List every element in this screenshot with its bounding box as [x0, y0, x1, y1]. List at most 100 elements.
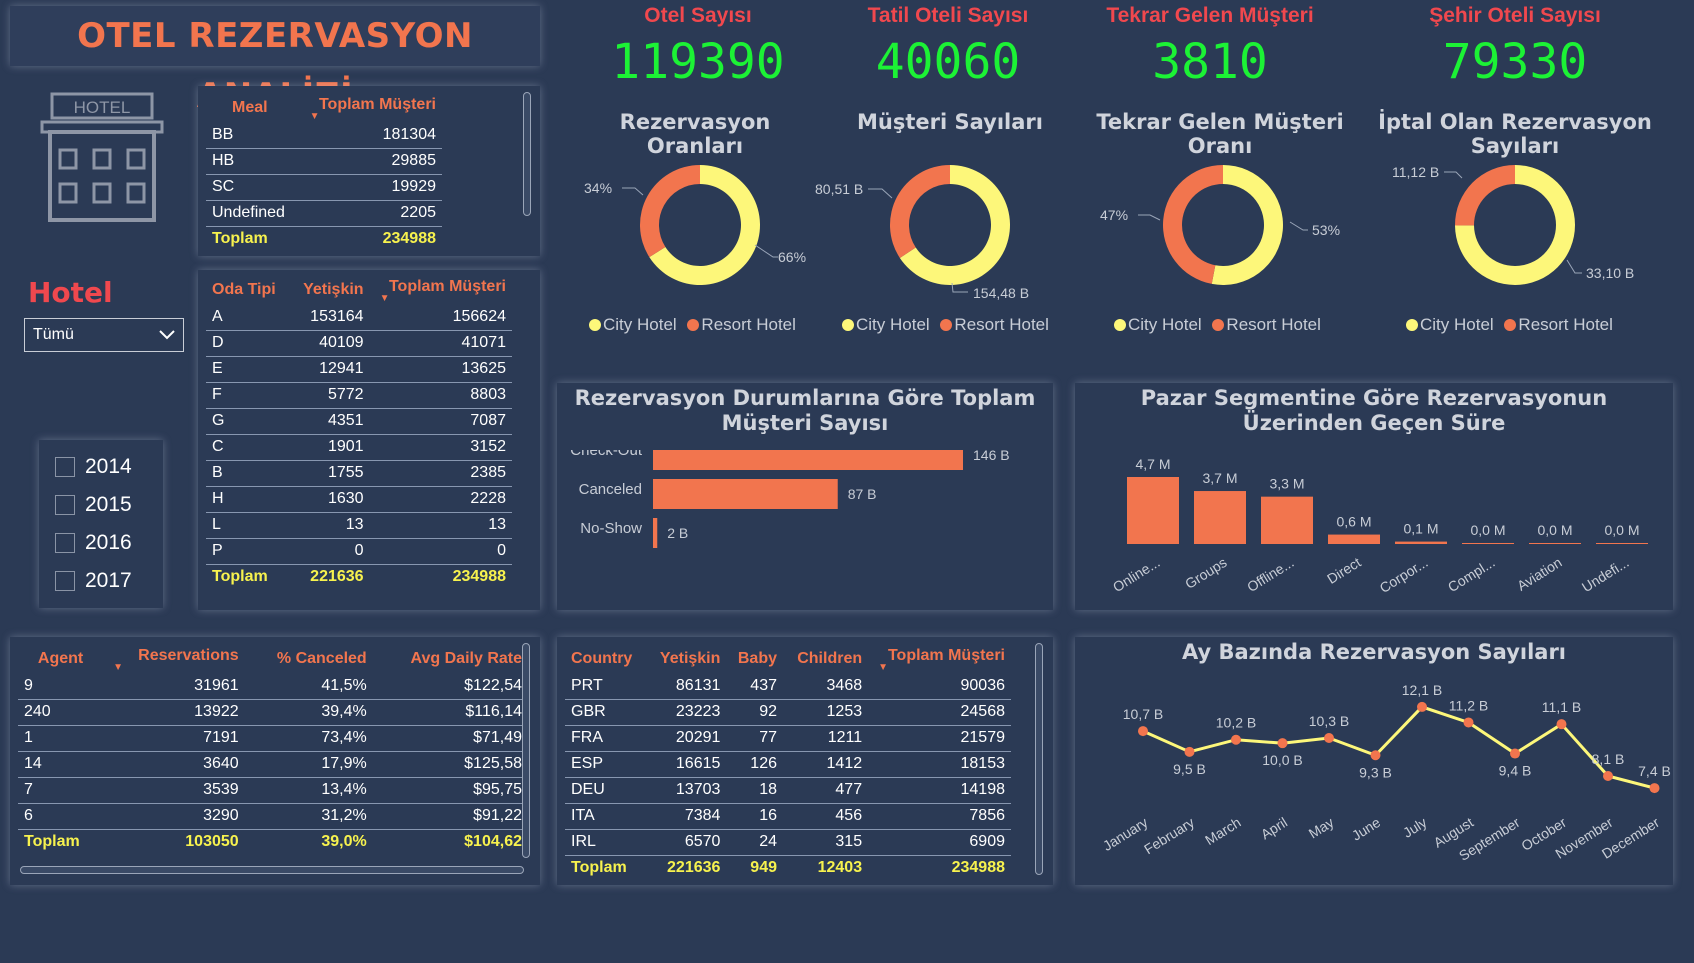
- bar[interactable]: [1194, 491, 1246, 543]
- col-header[interactable]: Baby: [726, 645, 783, 673]
- vertical-scrollbar[interactable]: [522, 643, 530, 858]
- table-row[interactable]: FRA 20291 77 1211 21579: [565, 725, 1011, 752]
- table-row[interactable]: ESP 16615 126 1412 18153: [565, 751, 1011, 778]
- table-cell: 7191: [103, 725, 245, 752]
- total-cell: 12403: [817, 859, 863, 877]
- checkbox[interactable]: [55, 533, 75, 553]
- hotel-dropdown[interactable]: Tümü: [24, 318, 184, 352]
- table-row[interactable]: HB 29885: [206, 148, 442, 175]
- table-row[interactable]: C 1901 3152: [206, 434, 512, 461]
- table-row[interactable]: Undefined 2205: [206, 200, 442, 227]
- bar[interactable]: [653, 450, 963, 470]
- table-cell: 4351: [289, 408, 370, 435]
- total-cell: 221636: [310, 568, 364, 586]
- table-row[interactable]: IRL 6570 24 315 6909: [565, 829, 1011, 856]
- table-row[interactable]: 1 7191 73,4% $71,49: [18, 725, 528, 752]
- col-header[interactable]: Avg Daily Rate: [373, 645, 528, 673]
- year-option-2016[interactable]: 2016: [55, 524, 163, 562]
- line-point[interactable]: [1277, 738, 1288, 749]
- table-row[interactable]: 240 13922 39,4% $116,14: [18, 699, 528, 726]
- col-header[interactable]: Oda Tipi: [206, 276, 290, 304]
- table-row[interactable]: 6 3290 31,2% $91,22: [18, 803, 528, 830]
- col-header[interactable]: Toplam Müşteri ▼: [300, 94, 442, 122]
- table-row[interactable]: F 5772 8803: [206, 382, 512, 409]
- table-row[interactable]: DEU 13703 18 477 14198: [565, 777, 1011, 804]
- line-point[interactable]: [1370, 750, 1381, 761]
- checkbox[interactable]: [55, 457, 75, 477]
- checkbox[interactable]: [55, 571, 75, 591]
- table-cell: 41,5%: [244, 673, 373, 700]
- x-tick-label: July: [1400, 814, 1430, 841]
- bar-category-label: Offline...: [1244, 554, 1296, 595]
- bar[interactable]: [1261, 496, 1313, 543]
- sort-down-icon: ▼: [379, 293, 390, 304]
- table-row[interactable]: BB 181304: [206, 122, 442, 149]
- line-point[interactable]: [1184, 746, 1195, 757]
- table-cell: 40109: [289, 330, 370, 357]
- total-row: Toplam 103050 39,0% $104,62: [18, 829, 528, 855]
- table-cell: 19929: [299, 174, 442, 201]
- year-option-2014[interactable]: 2014: [55, 448, 163, 486]
- vertical-scrollbar[interactable]: [523, 92, 531, 216]
- line-point[interactable]: [1324, 733, 1334, 743]
- col-header[interactable]: Yetişkin: [646, 645, 726, 673]
- vertical-scrollbar[interactable]: [1035, 643, 1043, 875]
- table-row[interactable]: PRT 86131 437 3468 90036: [565, 673, 1011, 700]
- bar[interactable]: [1395, 541, 1447, 543]
- col-header[interactable]: Toplam Müşteri ▼: [868, 645, 1011, 673]
- col-header[interactable]: Children: [783, 645, 868, 673]
- table-row[interactable]: E 12941 13625: [206, 356, 512, 383]
- year-option-2017[interactable]: 2017: [55, 562, 163, 600]
- bar-category-label: Corpor...: [1377, 554, 1431, 596]
- horizontal-scrollbar[interactable]: [20, 866, 524, 874]
- col-header[interactable]: Meal: [206, 94, 300, 122]
- line-point[interactable]: [1463, 717, 1474, 728]
- line-point[interactable]: [1556, 719, 1567, 730]
- table-cell: 24568: [868, 699, 1011, 726]
- table-row[interactable]: L 13 13: [206, 512, 512, 539]
- table-row[interactable]: 9 31961 41,5% $122,54: [18, 673, 528, 700]
- table-cell: 90036: [868, 673, 1011, 700]
- table-row[interactable]: H 1630 2228: [206, 486, 512, 513]
- col-header[interactable]: % Canceled: [245, 645, 373, 673]
- table-row[interactable]: 14 3640 17,9% $125,58: [18, 751, 528, 778]
- table-cell: HB: [206, 148, 300, 175]
- checkbox[interactable]: [55, 495, 75, 515]
- table-row[interactable]: P00: [206, 538, 512, 565]
- line-point[interactable]: [1603, 771, 1613, 781]
- table-row[interactable]: A 153164 156624: [206, 304, 512, 331]
- line-point[interactable]: [1510, 748, 1520, 759]
- table-cell: 437: [726, 673, 783, 700]
- line-point[interactable]: [1417, 701, 1427, 712]
- line-point[interactable]: [1138, 726, 1148, 737]
- table-row[interactable]: ITA 7384 16 456 7856: [565, 803, 1011, 830]
- year-option-2015[interactable]: 2015: [55, 486, 163, 524]
- total-cell: $104,62: [464, 833, 522, 851]
- bar-category-label: Check-Out: [570, 450, 643, 459]
- table-cell: FRA: [565, 725, 647, 752]
- col-header[interactable]: Toplam Müşteri ▼: [370, 276, 512, 304]
- table-row[interactable]: SC 19929: [206, 174, 442, 201]
- table-row[interactable]: 7 3539 13,4% $95,75: [18, 777, 528, 804]
- table-row[interactable]: GBR 23223 92 1253 24568: [565, 699, 1011, 726]
- col-header[interactable]: Agent: [18, 645, 103, 673]
- col-header[interactable]: Yetişkin: [290, 276, 370, 304]
- table-cell: 1412: [783, 751, 869, 778]
- donut-legend: City Hotel Resort Hotel: [1406, 315, 1613, 335]
- bar-data-label: 2 B: [667, 525, 688, 541]
- table-row[interactable]: G 4351 7087: [206, 408, 512, 435]
- table-row[interactable]: D 40109 41071: [206, 330, 512, 357]
- col-header[interactable]: Country: [565, 645, 646, 673]
- col-header[interactable]: Reservations ▼: [103, 645, 245, 673]
- bar[interactable]: [653, 479, 838, 509]
- bar[interactable]: [653, 518, 658, 548]
- status-bar-chart: Check-Out 146 B Canceled 87 B No-Show 2 B: [570, 450, 1010, 548]
- line-point[interactable]: [1649, 783, 1660, 794]
- total-cell: 234988: [382, 230, 436, 248]
- line-point[interactable]: [1231, 734, 1241, 745]
- bar[interactable]: [1127, 477, 1179, 543]
- table-row[interactable]: B 1755 2385: [206, 460, 512, 487]
- leader-line: [1444, 171, 1463, 179]
- bar[interactable]: [1328, 534, 1380, 543]
- legend-city: City Hotel: [842, 315, 930, 334]
